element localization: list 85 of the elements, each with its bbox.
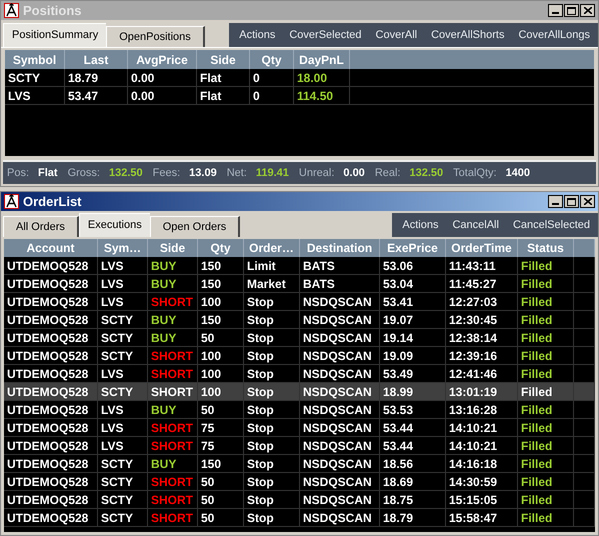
status-value: Flat [38,166,58,181]
minimize-icon [552,12,559,14]
order-row[interactable]: UTDEMOQ528 SCTY BUY 150 Stop NSDQSCAN 18.56 14:16:18 Filled [4,455,595,473]
order-row[interactable]: UTDEMOQ528 LVS BUY 150 Market BATS 53.04 11:45:27 Filled [4,275,595,293]
table-cell: 0 [250,87,294,105]
table-cell: Filled [518,509,574,527]
close-icon [584,7,592,14]
status-value: 132.50 [108,166,143,181]
table-cell: Flat [197,69,250,87]
order-row[interactable]: UTDEMOQ528 LVS SHORT 75 Stop NSDQSCAN 53.44 14:10:21 Filled [4,437,595,455]
table-cell: SHORT [148,509,198,527]
order-row[interactable]: UTDEMOQ528 SCTY SHORT 50 Stop NSDQSCAN 18.75 15:15:05 Filled [4,491,595,509]
table-cell: 50 [198,509,244,527]
column-header[interactable]: Qty [250,50,294,69]
order-row[interactable]: UTDEMOQ528 LVS SHORT 100 Stop NSDQSCAN 53.49 12:41:46 Filled [4,365,595,383]
table-cell: 0 [250,69,294,87]
action-button[interactable]: Actions [398,216,442,234]
action-button[interactable]: CancelAll [448,216,503,234]
column-header[interactable]: DayPnL [294,50,350,69]
order-row[interactable]: UTDEMOQ528 SCTY BUY 150 Stop NSDQSCAN 19.07 12:30:45 Filled [4,311,595,329]
order-row[interactable]: UTDEMOQ528 SCTY SHORT 50 Stop NSDQSCAN 18.69 14:30:59 Filled [4,473,595,491]
table-cell: UTDEMOQ528 [4,509,98,527]
status-value: 0.00 [343,166,365,181]
column-header[interactable]: Last [65,50,128,69]
status-value: 119.41 [256,166,289,181]
table-cell: 0.00 [128,69,197,87]
order-row[interactable]: UTDEMOQ528 SCTY SHORT 50 Stop NSDQSCAN 18.79 15:58:47 Filled [4,509,595,527]
action-button[interactable]: CoverSelected [285,26,366,44]
table-cell: 18.00 [294,69,350,87]
table-cell: 114.50 [294,87,350,105]
minimize-button[interactable] [548,195,563,208]
order-row[interactable]: UTDEMOQ528 LVS SHORT 100 Stop NSDQSCAN 53.41 12:27:03 Filled [4,293,595,311]
column-header[interactable]: AvgPrice [128,50,197,69]
order-row[interactable]: UTDEMOQ528 SCTY SHORT 100 Stop NSDQSCAN 18.99 13:01:19 Filled [4,383,595,401]
action-button[interactable]: CoverAllLongs [514,26,594,44]
status-value: 1400 [506,166,530,181]
tab[interactable]: All Orders [3,216,79,237]
table-cell: 0.00 [128,87,197,105]
table-cell: SCTY [98,509,148,527]
window-title: Positions [23,2,82,20]
order-row[interactable]: UTDEMOQ528 LVS BUY 50 Stop NSDQSCAN 53.53 13:16:28 Filled [4,401,595,419]
table-cell: 15:58:47 [446,509,518,527]
table-cell: Stop [244,509,300,527]
action-button[interactable]: CancelSelected [508,216,594,234]
tab[interactable]: Open Orders [150,216,240,237]
status-label: Real: [374,166,400,181]
order-row[interactable]: UTDEMOQ528 LVS SHORT 75 Stop NSDQSCAN 53.44 14:10:21 Filled [4,419,595,437]
close-button[interactable] [580,195,595,208]
table-cell: LVS [5,87,65,105]
table-cell: NSDQSCAN [300,509,380,527]
minimize-button[interactable] [548,4,563,17]
action-button[interactable]: Actions [235,26,280,44]
maximize-button[interactable] [564,4,579,17]
table-cell: Flat [197,87,250,105]
action-button[interactable]: CoverAllShorts [427,26,508,44]
status-value: 13.09 [189,166,217,181]
status-label: Net: [226,166,247,181]
minimize-icon [552,203,559,205]
order-row[interactable]: UTDEMOQ528 SCTY BUY 50 Stop NSDQSCAN 19.14 12:38:14 Filled [4,329,595,347]
logo-icon [4,194,19,209]
status-label: Fees: [152,166,180,181]
status-label: Gross: [68,166,100,181]
logo-icon [4,3,19,18]
tab[interactable]: OpenPositions [106,26,205,47]
status-label: TotalQty: [453,166,497,181]
status-label: Unreal: [298,166,334,181]
maximize-button[interactable] [564,195,579,208]
maximize-icon [567,198,576,206]
table-cell: 18.79 [380,509,446,527]
order-row[interactable]: UTDEMOQ528 LVS BUY 150 Limit BATS 53.06 11:43:11 Filled [4,257,595,275]
status-value: 132.50 [410,166,444,181]
order-row[interactable]: UTDEMOQ528 SCTY SHORT 100 Stop NSDQSCAN 19.09 12:39:16 Filled [4,347,595,365]
tab[interactable]: PositionSummary [3,23,106,47]
action-button[interactable]: CoverAll [372,26,422,44]
table-cell: 18.79 [65,69,128,87]
column-header[interactable]: Side [197,50,250,69]
status-label: Pos: [7,166,30,181]
table-cell: SCTY [5,69,65,87]
close-icon [584,198,592,205]
table-cell: 53.47 [65,87,128,105]
close-button[interactable] [580,4,595,17]
maximize-icon [567,6,576,14]
window-title: OrderList [23,192,82,211]
tab[interactable]: Executions [78,213,150,237]
column-header[interactable]: Symbol [5,50,65,69]
